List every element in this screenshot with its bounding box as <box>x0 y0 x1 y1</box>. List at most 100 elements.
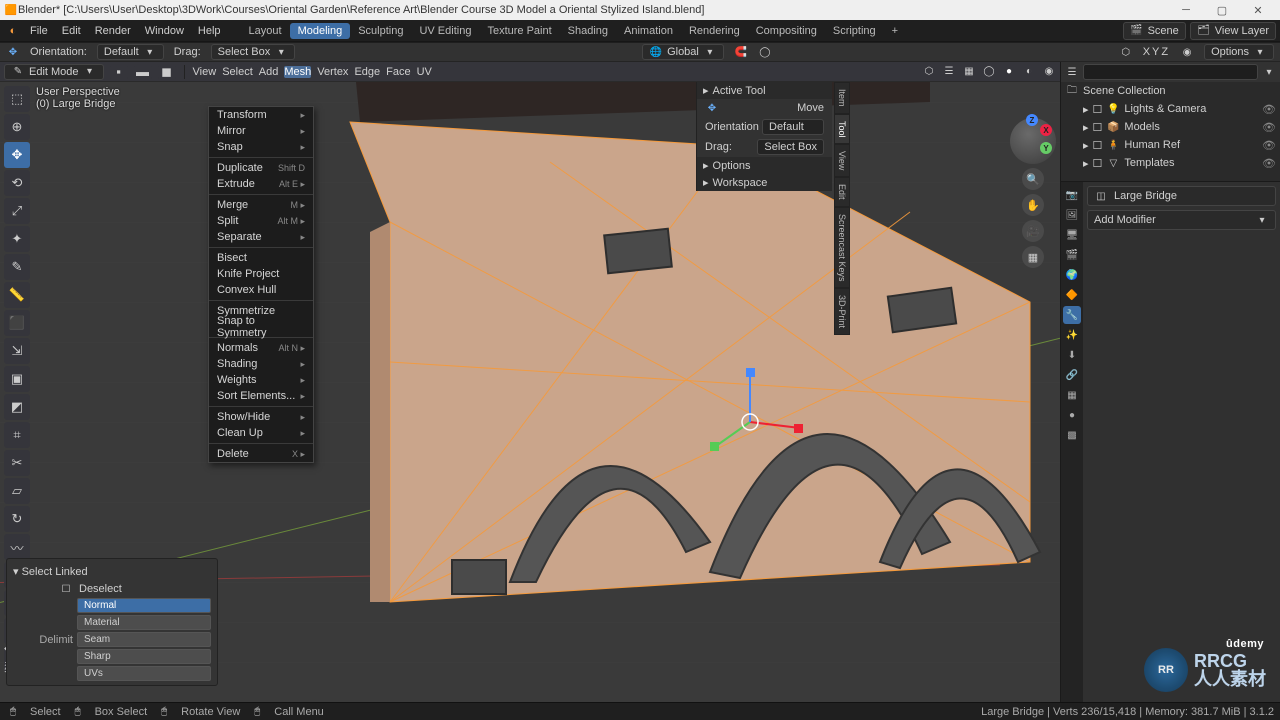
np-workspace[interactable]: ▸ Workspace <box>697 174 832 191</box>
ntab-screencast-keys[interactable]: Screencast Keys <box>834 207 850 289</box>
close-button[interactable]: ✕ <box>1240 0 1276 20</box>
mode-dropdown[interactable]: ✎Edit Mode▾ <box>4 64 104 80</box>
delimit-seam[interactable]: Seam <box>77 632 211 647</box>
proptab-object[interactable]: 🔶 <box>1063 286 1081 304</box>
axis-x-icon[interactable]: X <box>1040 124 1052 136</box>
np-options[interactable]: ▸ Options <box>697 157 832 174</box>
viewlayer-selector[interactable]: 🗂View Layer <box>1190 22 1276 40</box>
proptab-physics[interactable]: ⬇ <box>1063 346 1081 364</box>
wireframe-shade-icon[interactable]: ◯ <box>982 65 996 79</box>
props-breadcrumb[interactable]: ◫Large Bridge <box>1087 186 1276 206</box>
tab-add[interactable]: + <box>884 23 906 39</box>
ntab-item[interactable]: Item <box>834 82 850 114</box>
tool-smooth[interactable]: 〰 <box>4 534 30 560</box>
axis-y-icon[interactable]: Y <box>1040 142 1052 154</box>
tab-rendering[interactable]: Rendering <box>681 23 748 39</box>
matprev-shade-icon[interactable]: ◐ <box>1022 65 1036 79</box>
3d-viewport[interactable]: ✎Edit Mode▾ ▪ ▬ ◼ View Select Add Mesh V… <box>0 62 1060 702</box>
gizmo-icon[interactable]: ⬡ <box>1119 45 1133 59</box>
edge-select-icon[interactable]: ▬ <box>134 64 152 80</box>
mesh-menu-clean-up[interactable]: Clean Up▸ <box>209 425 313 441</box>
mesh-menu-separate[interactable]: Separate▸ <box>209 229 313 245</box>
tab-texture-paint[interactable]: Texture Paint <box>479 23 559 39</box>
np-drag-dd[interactable]: Select Box <box>757 139 824 155</box>
mesh-menu-shading[interactable]: Shading▸ <box>209 356 313 372</box>
proptab-modifier[interactable]: 🔧 <box>1063 306 1081 324</box>
face-select-icon[interactable]: ◼ <box>158 64 176 80</box>
ntab-edit[interactable]: Edit <box>834 177 850 207</box>
proptab-particles[interactable]: ✨ <box>1063 326 1081 344</box>
outliner-item-models[interactable]: ▸☐📦Models👁 <box>1061 118 1280 136</box>
outliner-item-templates[interactable]: ▸☐▽Templates👁 <box>1061 154 1280 172</box>
tool-add-cube[interactable]: ⬛ <box>4 310 30 336</box>
vp-menu-add[interactable]: Add <box>259 66 279 78</box>
options-dropdown[interactable]: Options ▾ <box>1204 44 1274 60</box>
proptab-output[interactable]: 🖼 <box>1063 206 1081 224</box>
proportional-icon[interactable]: ◯ <box>758 45 772 59</box>
viewport-gizmos-icon[interactable]: ⬡ <box>922 65 936 79</box>
tab-uv-editing[interactable]: UV Editing <box>411 23 479 39</box>
tool-annotate[interactable]: ✎ <box>4 254 30 280</box>
vp-menu-view[interactable]: View <box>193 66 217 78</box>
tab-shading[interactable]: Shading <box>560 23 616 39</box>
tab-modeling[interactable]: Modeling <box>290 23 351 39</box>
np-orient-dd[interactable]: Default <box>762 119 824 135</box>
proptab-material[interactable]: ● <box>1063 406 1081 424</box>
mesh-menu-delete[interactable]: DeleteX ▸ <box>209 446 313 462</box>
menu-file[interactable]: File <box>24 23 54 39</box>
persp-ortho-button[interactable]: ▦ <box>1022 246 1044 268</box>
orientation-gizmo[interactable]: X Y Z <box>1010 118 1056 164</box>
tab-compositing[interactable]: Compositing <box>748 23 825 39</box>
outliner-item-lights-camera[interactable]: ▸☐💡Lights & Camera👁 <box>1061 100 1280 118</box>
xray-icon[interactable]: ▦ <box>962 65 976 79</box>
mesh-menu-convex-hull[interactable]: Convex Hull <box>209 282 313 298</box>
tool-spin[interactable]: ↻ <box>4 506 30 532</box>
tool-cursor[interactable]: ⊕ <box>4 114 30 140</box>
menu-edit[interactable]: Edit <box>56 23 87 39</box>
checkbox-icon[interactable]: ☐ <box>59 582 73 596</box>
mesh-menu-split[interactable]: SplitAlt M ▸ <box>209 213 313 229</box>
tool-loop-cut[interactable]: ⌗ <box>4 422 30 448</box>
shading-solid-icon[interactable]: ◉ <box>1180 45 1194 59</box>
ntab-view[interactable]: View <box>834 144 850 177</box>
tool-select-box[interactable]: ⬚ <box>4 86 30 112</box>
proptab-render[interactable]: 📷 <box>1063 186 1081 204</box>
tool-inset[interactable]: ▣ <box>4 366 30 392</box>
snap-icon[interactable]: 🧲 <box>734 45 748 59</box>
mesh-menu-snap[interactable]: Snap▸ <box>209 139 313 155</box>
add-modifier-dropdown[interactable]: Add Modifier▾ <box>1087 210 1276 230</box>
mesh-menu-sort-elements-[interactable]: Sort Elements...▸ <box>209 388 313 404</box>
outliner-root[interactable]: 🗀Scene Collection <box>1061 82 1280 100</box>
delimit-normal[interactable]: Normal <box>77 598 211 613</box>
mesh-menu-snap-to-symmetry[interactable]: Snap to Symmetry <box>209 319 313 335</box>
vp-menu-select[interactable]: Select <box>222 66 253 78</box>
viewport-overlay-icon[interactable]: ☰ <box>942 65 956 79</box>
tab-scripting[interactable]: Scripting <box>825 23 884 39</box>
drag-dropdown[interactable]: Select Box ▾ <box>211 44 296 60</box>
overlay-axes[interactable]: XYZ <box>1143 46 1170 58</box>
proptab-data[interactable]: ▦ <box>1063 386 1081 404</box>
vp-menu-vertex[interactable]: Vertex <box>317 66 348 78</box>
proptab-world[interactable]: 🌍 <box>1063 266 1081 284</box>
zoom-button[interactable]: 🔍 <box>1022 168 1044 190</box>
pan-button[interactable]: ✋ <box>1022 194 1044 216</box>
tab-sculpting[interactable]: Sculpting <box>350 23 411 39</box>
vertex-select-icon[interactable]: ▪ <box>110 64 128 80</box>
tool-move[interactable]: ✥ <box>4 142 30 168</box>
mesh-menu-bisect[interactable]: Bisect <box>209 250 313 266</box>
transform-space-dropdown[interactable]: 🌐Global ▾ <box>642 44 724 60</box>
mesh-menu-weights[interactable]: Weights▸ <box>209 372 313 388</box>
tool-scale[interactable]: ⤢ <box>4 198 30 224</box>
delimit-sharp[interactable]: Sharp <box>77 649 211 664</box>
tab-animation[interactable]: Animation <box>616 23 681 39</box>
tab-layout[interactable]: Layout <box>241 23 290 39</box>
outliner-item-human-ref[interactable]: ▸☐🧍Human Ref👁 <box>1061 136 1280 154</box>
ntab-3d-print[interactable]: 3D-Print <box>834 288 850 335</box>
minimize-button[interactable]: ─ <box>1168 0 1204 20</box>
orientation-dropdown[interactable]: Default ▾ <box>97 44 164 60</box>
tool-poly-build[interactable]: ▱ <box>4 478 30 504</box>
delimit-material[interactable]: Material <box>77 615 211 630</box>
mesh-menu-merge[interactable]: MergeM ▸ <box>209 197 313 213</box>
operator-panel-select-linked[interactable]: ▾ Select Linked ☐Deselect Delimit Normal… <box>6 558 218 686</box>
mesh-menu-show-hide[interactable]: Show/Hide▸ <box>209 409 313 425</box>
